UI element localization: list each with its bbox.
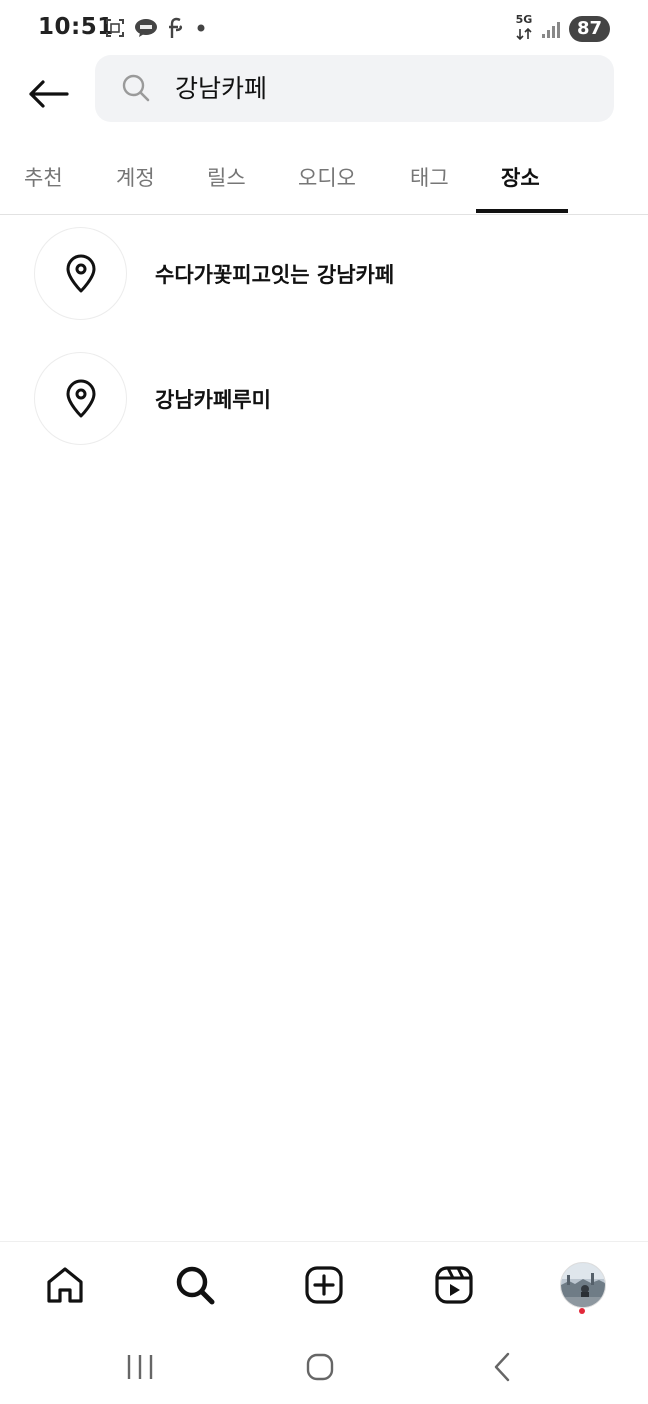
network-label: 5G: [515, 12, 533, 26]
location-pin-icon: [66, 379, 95, 417]
back-button[interactable]: [22, 70, 74, 118]
place-result-item[interactable]: 수다가꽃피고잇는 강남카페: [0, 227, 648, 337]
tab-accounts[interactable]: 계정: [116, 162, 155, 192]
back-system-button[interactable]: [472, 1347, 532, 1387]
tab-tags[interactable]: 태그: [410, 162, 449, 192]
threads-icon: [169, 17, 182, 38]
location-pin-icon: [66, 254, 95, 292]
profile-avatar: [560, 1262, 606, 1308]
dot-icon: [197, 24, 205, 32]
search-icon: [122, 74, 150, 102]
home-icon: [47, 1267, 83, 1303]
tab-reels[interactable]: 릴스: [207, 162, 246, 192]
home-circle-icon: [306, 1353, 334, 1381]
nav-home[interactable]: [39, 1260, 91, 1310]
arrow-left-icon: [29, 80, 69, 108]
search-query-text[interactable]: 강남카페: [175, 73, 267, 105]
tab-audio[interactable]: 오디오: [298, 162, 356, 192]
nav-create[interactable]: [298, 1260, 350, 1310]
talk-icon: [135, 19, 157, 37]
signal-icon: [541, 22, 560, 38]
place-name: 수다가꽃피고잇는 강남카페: [155, 263, 395, 287]
nav-profile[interactable]: [557, 1260, 609, 1314]
home-system-button[interactable]: [290, 1347, 350, 1387]
tab-recommended[interactable]: 추천: [24, 162, 63, 192]
search-tabs: 추천 계정 릴스 오디오 태그 장소: [0, 148, 648, 215]
place-name: 강남카페루미: [155, 388, 271, 412]
search-input[interactable]: 강남카페: [95, 55, 614, 122]
system-navigation-bar: [0, 1325, 648, 1404]
battery-indicator: 87: [568, 16, 610, 42]
nav-reels[interactable]: [428, 1260, 480, 1310]
back-chevron-icon: [494, 1352, 510, 1382]
status-time: 10:51: [38, 14, 114, 40]
tab-places[interactable]: 장소: [501, 162, 540, 192]
screenshot-icon: [106, 19, 124, 37]
search-icon: [176, 1266, 215, 1305]
recent-apps-icon: [127, 1355, 153, 1379]
network-indicator: 5G: [515, 12, 533, 44]
notification-icons: [104, 14, 208, 42]
nav-search[interactable]: [169, 1260, 221, 1310]
status-right: 5G 87: [515, 14, 610, 44]
notification-dot: [579, 1308, 585, 1314]
place-icon-circle: [34, 227, 127, 320]
data-arrows-icon: [516, 27, 532, 40]
status-bar: 10:51 5G 87: [0, 0, 648, 56]
reels-icon: [435, 1266, 473, 1304]
place-icon-circle: [34, 352, 127, 445]
add-post-icon: [305, 1266, 343, 1304]
recent-apps-button[interactable]: [110, 1347, 170, 1387]
place-result-item[interactable]: 강남카페루미: [0, 352, 648, 462]
bottom-navigation: [0, 1241, 648, 1326]
active-tab-indicator: [476, 209, 568, 213]
